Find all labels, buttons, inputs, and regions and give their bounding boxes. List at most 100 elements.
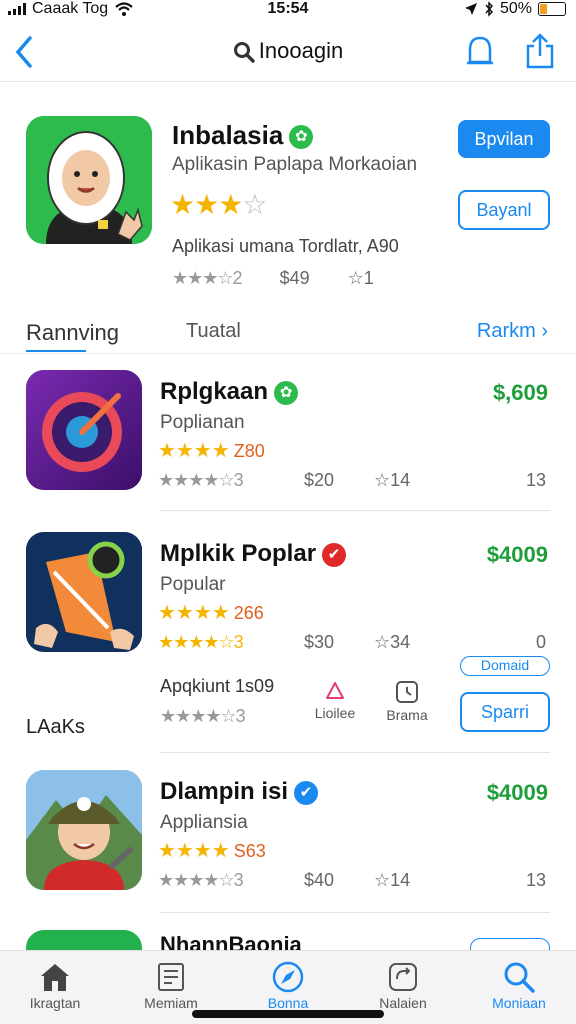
app-title[interactable]: Inbalasia ✿: [172, 120, 314, 151]
hot-badge-icon: ✔: [322, 542, 347, 567]
rating-stars: ★★★★ Z80: [158, 438, 265, 463]
app-name-text: Dlampin isi: [160, 778, 289, 805]
clock-box-icon: [396, 681, 418, 703]
music-illustration-icon: [26, 532, 142, 652]
rating-count: Z80: [233, 441, 265, 461]
tab-total[interactable]: Tuatal: [186, 320, 241, 343]
app-category: Appliansia: [160, 812, 248, 833]
app-icon[interactable]: [26, 116, 152, 244]
app-category: Popular: [160, 574, 226, 595]
meta-number: 13: [525, 870, 546, 890]
meta-price: $49: [279, 268, 310, 288]
app-category: Poplianan: [160, 412, 245, 433]
verified-badge-icon: ✿: [274, 380, 299, 405]
spam-button[interactable]: Sparri: [460, 692, 550, 732]
meta-price: $30: [304, 632, 335, 652]
meta-price: $20: [304, 470, 335, 490]
rating-count: 266: [233, 603, 264, 623]
app-price: $4009: [486, 780, 548, 805]
app-icon[interactable]: [26, 532, 142, 652]
tab-home-label: Ikragtan: [29, 995, 81, 1011]
news-icon: [158, 963, 184, 991]
active-tab-indicator: [26, 350, 86, 352]
see-more-link[interactable]: Rarkm ›: [477, 320, 548, 343]
drama-label: Brama: [386, 707, 428, 723]
pay-button[interactable]: Bayanl: [458, 190, 550, 230]
tab-ranking[interactable]: Rannving: [26, 320, 119, 346]
bluetooth-icon: [485, 1, 493, 17]
app-meta: ★★★☆2 $49 ☆1: [172, 268, 374, 289]
app-name[interactable]: Dlampin isi ✔: [160, 778, 319, 806]
battery-fill: [540, 4, 548, 14]
nav-bar: Inooagin: [0, 22, 576, 82]
bell-icon[interactable]: [464, 34, 496, 70]
app-actions-row: Apqkiunt 1s09 ★★★★☆3 Lioilee Brama Domai…: [0, 656, 576, 742]
rating-count: S63: [233, 841, 266, 861]
app-name[interactable]: Rplgkaan ✿: [160, 378, 299, 406]
app-icon[interactable]: [26, 770, 142, 890]
drama-action[interactable]: Brama: [372, 680, 442, 723]
meta-rating: ★★★★☆3: [160, 706, 246, 726]
section-label: LAaKs: [26, 716, 85, 738]
domain-chip[interactable]: Domaid: [460, 656, 550, 676]
meta-rating: ★★★★☆3: [158, 632, 244, 652]
rating-stars-glyphs: ★★★★: [158, 440, 230, 462]
app-title-text: Inbalasia: [172, 120, 284, 150]
category-tabs: Rannving Tuatal Rarkm ›: [0, 314, 576, 354]
featured-app[interactable]: Inbalasia ✿ Aplikasin Paplapa Morkaoian ★…: [0, 100, 576, 300]
tab-search-label: Moniaan: [492, 995, 546, 1011]
meta-rank: ☆1: [347, 268, 374, 288]
meta-rating: ★★★☆2: [172, 268, 243, 288]
tab-search[interactable]: Moniaan: [464, 959, 574, 1011]
app-price: $,609: [492, 380, 548, 405]
page-title-text: Inooagin: [258, 38, 344, 63]
search-icon: [504, 962, 535, 993]
battery-percent: 50%: [499, 0, 532, 17]
tab-bar: Ikragtan Memiam Bonna Nalaien Moniaan: [0, 950, 576, 1024]
meta-rating: ★★★★☆3: [158, 870, 244, 890]
meta-number: 13: [525, 470, 546, 490]
list-item[interactable]: Mplkik Poplar ✔ Popular $4009 ★★★★ 266 ★★★…: [0, 532, 576, 662]
rating-stars-glyphs: ★★★★: [158, 840, 230, 862]
tab-updates[interactable]: Nalaien: [348, 959, 458, 1011]
tab-home[interactable]: Ikragtan: [0, 959, 110, 1011]
rating-stars-glyphs: ★★★★: [158, 602, 230, 624]
tab-explore-label: Bonna: [267, 995, 309, 1011]
list-item[interactable]: Rplgkaan ✿ Poplianan $,609 ★★★★ Z80 ★★★★☆3…: [0, 370, 576, 511]
compass-icon: [272, 961, 304, 993]
update-label: Apqkiunt 1s09: [160, 676, 275, 696]
get-button[interactable]: Bpvilan: [458, 120, 550, 158]
meta-rank: ☆34: [374, 632, 411, 652]
home-icon: [41, 964, 69, 991]
home-indicator: [192, 1010, 384, 1018]
meta-rank: ☆14: [374, 870, 411, 890]
battery-icon: [538, 2, 566, 16]
divider: [160, 752, 550, 753]
app-name-text: Mplkik Poplar: [160, 540, 317, 567]
refresh-box-icon: [389, 963, 417, 991]
tab-explore[interactable]: Bonna: [233, 959, 343, 1011]
app-icon[interactable]: [26, 370, 142, 490]
divider: [160, 510, 550, 511]
avatar-hijab-illustration: [26, 116, 152, 244]
like-icon: [326, 682, 344, 699]
target-icon: [26, 370, 142, 490]
rating-stars: ★★★☆: [170, 189, 267, 220]
list-item[interactable]: Dlampin isi ✔ Appliansia $4009 ★★★★ S63 ★★…: [0, 770, 576, 913]
meta-number: 0: [535, 632, 546, 652]
location-icon: [464, 3, 477, 15]
status-bar: Caaak Tog 15:54 50%: [0, 0, 576, 22]
meta-rating: ★★★★☆3: [158, 470, 244, 490]
tab-news[interactable]: Memiam: [116, 959, 226, 1011]
share-icon[interactable]: [524, 32, 556, 70]
mechanic-avatar-icon: [26, 770, 142, 890]
verified-badge-icon: ✔: [294, 780, 319, 805]
app-name-text: Rplgkaan: [160, 378, 269, 405]
divider: [160, 912, 550, 913]
app-name[interactable]: Mplkik Poplar ✔: [160, 540, 347, 568]
meta-price: $40: [304, 870, 335, 890]
like-action[interactable]: Lioilee: [300, 680, 370, 721]
rating-stars: ★★★★ S63: [158, 838, 266, 863]
tab-updates-label: Nalaien: [379, 995, 427, 1011]
app-description: Aplikasi umana Tordlatr, A90: [172, 236, 399, 256]
